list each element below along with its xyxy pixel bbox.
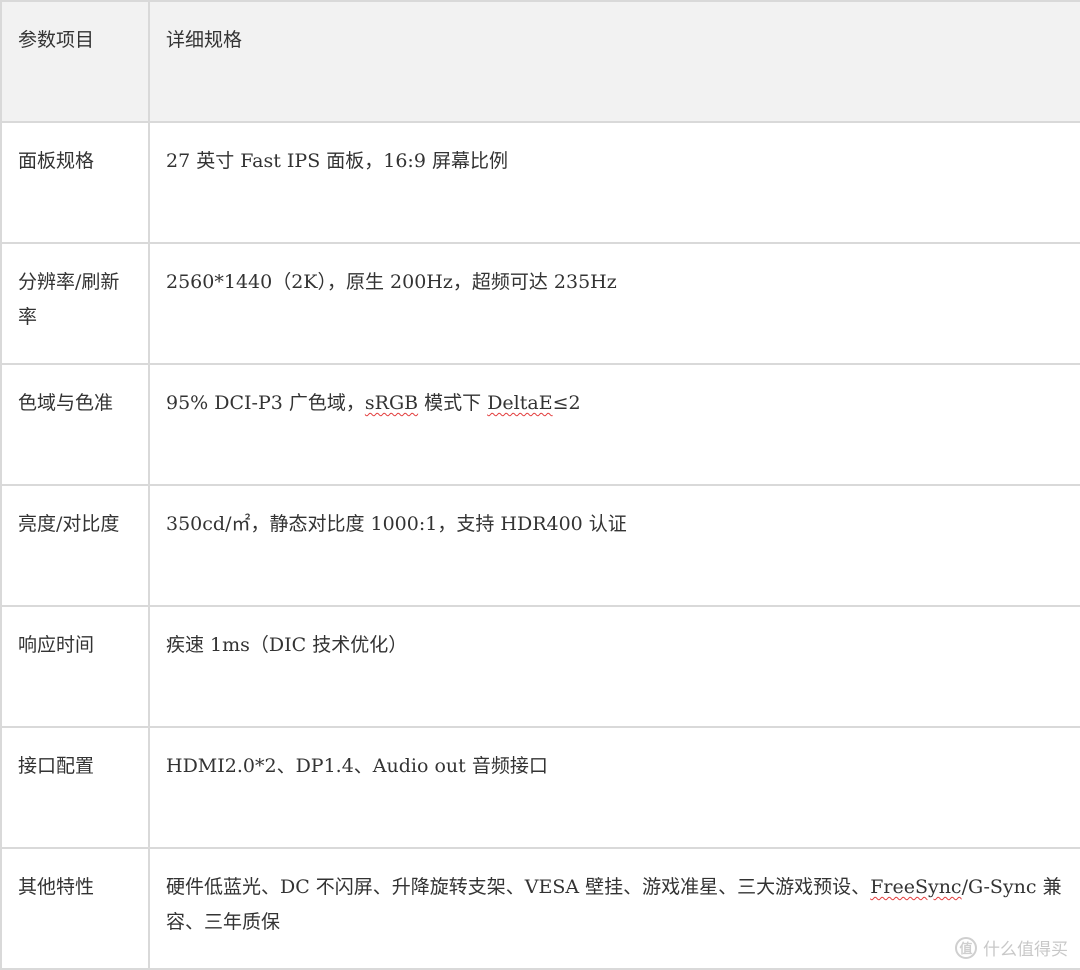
param-cell: 响应时间 (0, 605, 150, 728)
spellcheck-word: FreeSync (870, 876, 962, 898)
watermark: 值 什么值得买 (955, 935, 1068, 960)
header-detail-cell: 详细规格 (148, 0, 1080, 123)
detail-cell: 疾速 1ms（DIC 技术优化） (148, 605, 1080, 728)
detail-cell: HDMI2.0*2、DP1.4、Audio out 音频接口 (148, 726, 1080, 849)
detail-text: 模式下 (418, 392, 488, 414)
param-cell: 色域与色准 (0, 363, 150, 486)
table-row: 面板规格 27 英寸 Fast IPS 面板，16:9 屏幕比例 (0, 121, 1080, 244)
param-cell: 面板规格 (0, 121, 150, 244)
table-row: 亮度/对比度 350cd/㎡，静态对比度 1000:1，支持 HDR400 认证 (0, 484, 1080, 607)
detail-text: ≤2 (552, 392, 581, 414)
table-header-row: 参数项目 详细规格 (0, 0, 1080, 123)
watermark-text: 什么值得买 (983, 940, 1068, 960)
param-cell: 分辨率/刷新率 (0, 242, 150, 365)
detail-cell: 95% DCI-P3 广色域，sRGB 模式下 DeltaE≤2 (148, 363, 1080, 486)
detail-cell: 硬件低蓝光、DC 不闪屏、升降旋转支架、VESA 壁挂、游戏准星、三大游戏预设、… (148, 847, 1080, 970)
param-cell: 接口配置 (0, 726, 150, 849)
param-cell: 其他特性 (0, 847, 150, 970)
table-row: 分辨率/刷新率 2560*1440（2K），原生 200Hz，超频可达 235H… (0, 242, 1080, 365)
table-row: 接口配置 HDMI2.0*2、DP1.4、Audio out 音频接口 (0, 726, 1080, 849)
table-row: 其他特性 硬件低蓝光、DC 不闪屏、升降旋转支架、VESA 壁挂、游戏准星、三大… (0, 847, 1080, 970)
detail-cell: 2560*1440（2K），原生 200Hz，超频可达 235Hz (148, 242, 1080, 365)
detail-cell: 350cd/㎡，静态对比度 1000:1，支持 HDR400 认证 (148, 484, 1080, 607)
spec-table: 参数项目 详细规格 面板规格 27 英寸 Fast IPS 面板，16:9 屏幕… (0, 0, 1080, 970)
param-cell: 亮度/对比度 (0, 484, 150, 607)
detail-cell: 27 英寸 Fast IPS 面板，16:9 屏幕比例 (148, 121, 1080, 244)
detail-text: 硬件低蓝光、DC 不闪屏、升降旋转支架、VESA 壁挂、游戏准星、三大游戏预设、 (166, 876, 871, 898)
watermark-logo-icon: 值 (955, 936, 977, 959)
detail-text: 95% DCI-P3 广色域， (166, 392, 365, 414)
spellcheck-word: sRGB (364, 392, 419, 414)
spellcheck-word: DeltaE (487, 392, 553, 414)
header-param-cell: 参数项目 (0, 0, 150, 123)
table-row: 响应时间 疾速 1ms（DIC 技术优化） (0, 605, 1080, 728)
table-row: 色域与色准 95% DCI-P3 广色域，sRGB 模式下 DeltaE≤2 (0, 363, 1080, 486)
